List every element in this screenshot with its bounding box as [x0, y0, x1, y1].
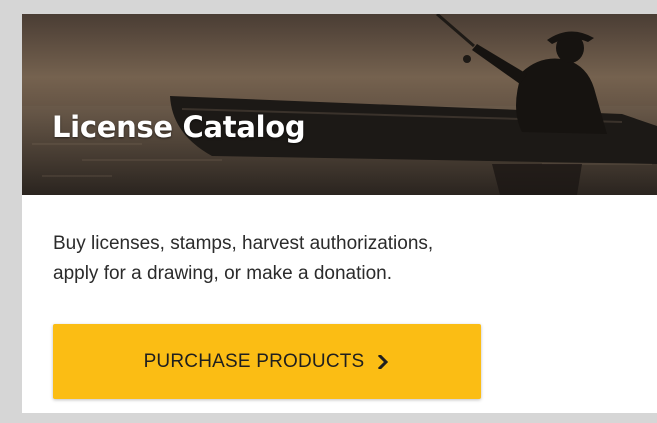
description-line-1: Buy licenses, stamps, harvest authorizat… [53, 233, 434, 254]
card-description: Buy licenses, stamps, harvest authorizat… [53, 229, 613, 289]
chevron-right-icon [378, 354, 389, 369]
purchase-products-button[interactable]: PURCHASE PRODUCTS [53, 324, 481, 399]
hero-banner: License Catalog [22, 14, 657, 195]
description-line-2: apply for a drawing, or make a donation. [53, 263, 393, 284]
card-title: License Catalog [52, 110, 306, 144]
fisherman-silhouette-image [22, 14, 657, 195]
purchase-products-label: PURCHASE PRODUCTS [143, 350, 365, 372]
license-catalog-card: License Catalog Buy licenses, stamps, ha… [22, 14, 657, 413]
